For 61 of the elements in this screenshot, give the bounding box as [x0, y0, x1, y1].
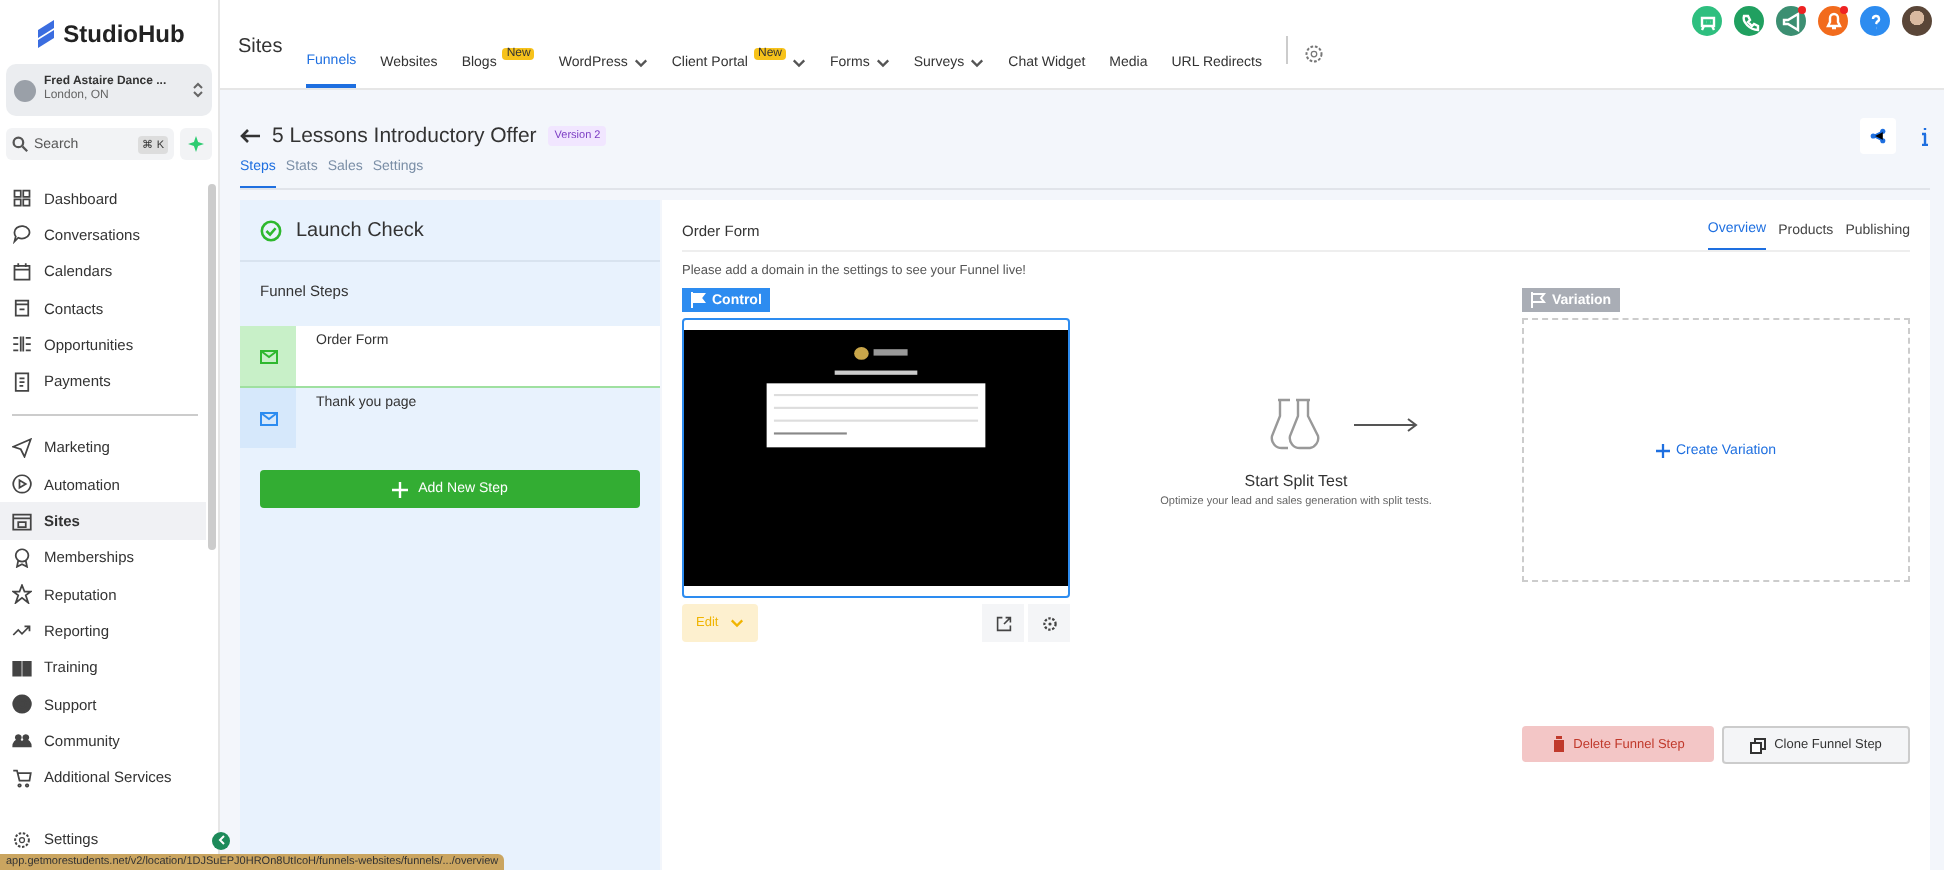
back-arrow-icon[interactable]: [240, 128, 260, 144]
phone-icon: [1739, 11, 1759, 31]
site-icon: [12, 511, 32, 532]
bell-button[interactable]: [1818, 6, 1848, 36]
settings-icon[interactable]: [1304, 44, 1325, 64]
info-icon[interactable]: [1920, 126, 1930, 146]
plus-icon: [1655, 443, 1670, 457]
flasks-icon: [1270, 396, 1322, 452]
book-icon: [12, 657, 32, 678]
play-icon: [12, 474, 32, 495]
chevron-down-icon: [792, 58, 806, 68]
star-icon: [12, 584, 32, 605]
search-icon: [12, 136, 28, 152]
logo-icon: [33, 20, 58, 48]
settings-icon: [12, 829, 32, 850]
split-test-title: Start Split Test: [1244, 472, 1348, 490]
flag-icon: [1530, 292, 1546, 308]
collapse-button[interactable]: [212, 831, 230, 850]
chevron-down-icon: [730, 618, 745, 628]
mail-icon: [259, 349, 277, 363]
plus-icon: [392, 481, 409, 497]
calendar-icon: [12, 261, 32, 282]
sparkle-icon: [188, 136, 204, 152]
sort-icon: [192, 80, 204, 100]
robot-button[interactable]: [1692, 6, 1722, 36]
account-icon: [14, 79, 36, 101]
megaphone-icon: [1781, 11, 1801, 31]
section-title: Sites: [238, 34, 283, 62]
help-button[interactable]: [1860, 6, 1890, 36]
phone-button[interactable]: [1734, 6, 1764, 36]
check-circle-icon: [260, 219, 282, 241]
contact-icon: [12, 298, 32, 319]
grid-icon: [12, 188, 32, 209]
share-button[interactable]: [1860, 118, 1896, 154]
external-link-button[interactable]: [982, 604, 1024, 642]
chat-icon: [12, 224, 32, 245]
share-icon: [1870, 128, 1886, 144]
bell-icon: [1823, 11, 1843, 31]
flag-icon: [690, 292, 706, 308]
chevron-down-icon: [875, 58, 890, 68]
arrow-right-icon: [1354, 417, 1418, 431]
chevron-down-icon: [970, 58, 985, 68]
avatar[interactable]: [1902, 6, 1932, 36]
logo-text: StudioHub: [63, 20, 185, 48]
chevron-down-icon: [633, 58, 648, 68]
settings-icon: [1041, 615, 1057, 631]
external-link-icon: [995, 615, 1011, 631]
badge-icon: [12, 547, 32, 568]
send-icon: [12, 437, 32, 458]
copy-icon: [1750, 737, 1767, 753]
funnel-icon: [12, 334, 32, 355]
trend-icon: [12, 620, 32, 641]
page-title: 5 Lessons Introductory Offer: [272, 124, 537, 148]
trash-icon: [1551, 736, 1566, 752]
megaphone-button[interactable]: [1776, 6, 1806, 36]
settings-button[interactable]: [1028, 604, 1070, 642]
panel-heading: Launch Check: [296, 219, 424, 241]
mail-icon: [259, 411, 277, 425]
doc-icon: [12, 371, 32, 392]
people-icon: [12, 730, 32, 751]
cart-icon: [12, 767, 32, 788]
